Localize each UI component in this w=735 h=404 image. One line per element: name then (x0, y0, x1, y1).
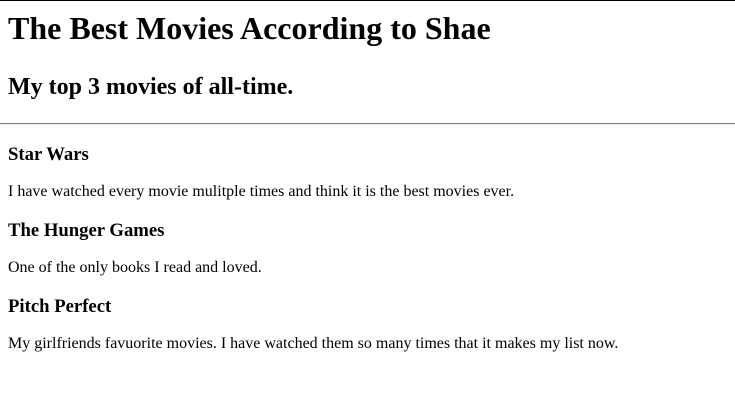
movie-title: Star Wars (8, 144, 89, 165)
movie-description: One of the only books I read and loved. (8, 259, 262, 276)
movie-description: My girlfriends favuorite movies. I have … (8, 335, 619, 352)
movie-description: I have watched every movie mulitple time… (8, 183, 515, 200)
section-divider (0, 123, 735, 125)
page-content: The Best Movies According to Shae My top… (0, 10, 735, 353)
movie-item-star-wars: Star Wars I have watched every movie mul… (8, 144, 727, 201)
top-border (0, 0, 735, 1)
page-title: The Best Movies According to Shae (8, 10, 491, 46)
movie-title: The Hunger Games (8, 220, 165, 241)
movie-item-pitch-perfect: Pitch Perfect My girlfriends favuorite m… (8, 296, 727, 353)
movie-item-hunger-games: The Hunger Games One of the only books I… (8, 220, 727, 277)
page-subtitle: My top 3 movies of all-time. (8, 74, 294, 100)
movie-title: Pitch Perfect (8, 296, 112, 317)
